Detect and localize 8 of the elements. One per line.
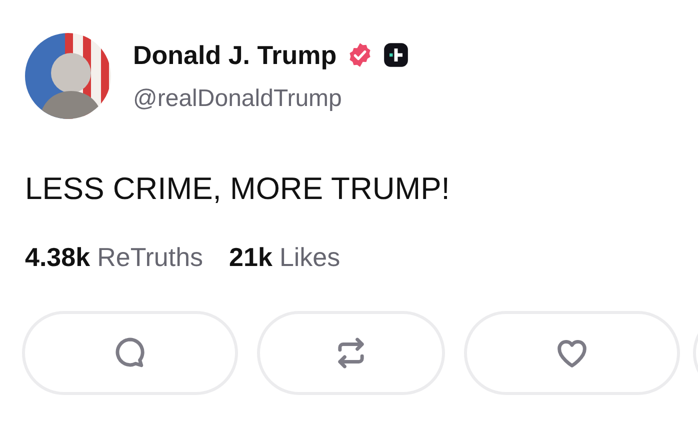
post-text: LESS CRIME, MORE TRUMP!	[25, 173, 451, 204]
plus-badge-icon	[382, 42, 409, 68]
stat-label[interactable]: Likes	[279, 238, 340, 277]
author-handle[interactable]: @realDonaldTrump	[133, 80, 409, 116]
stat-label[interactable]: ReTruths	[97, 238, 204, 277]
stat-count: 21k	[229, 241, 272, 274]
stat-count: 4.38k	[25, 241, 90, 274]
author-name[interactable]: Donald J. Trump	[133, 36, 337, 74]
